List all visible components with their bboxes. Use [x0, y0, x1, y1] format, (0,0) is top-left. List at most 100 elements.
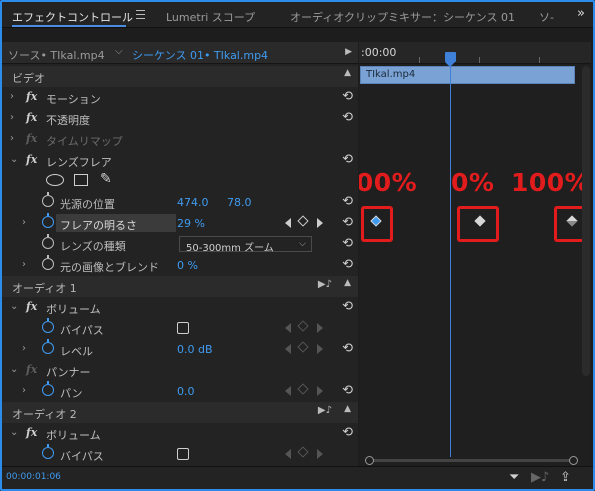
source-bar: ソース• TIkal.mp4 ⌵ シーケンス 01• TIkal.mp4 ▶: [2, 42, 358, 64]
reset-icon[interactable]: ⟲: [342, 341, 353, 356]
effect-row-motion[interactable]: › fx モーション ⟲: [2, 87, 358, 108]
current-timecode[interactable]: 00:00:01:06: [6, 472, 61, 482]
effect-row-opacity[interactable]: › fx 不透明度 ⟲: [2, 108, 358, 129]
stopwatch-icon[interactable]: [42, 444, 54, 459]
add-keyframe-icon[interactable]: [297, 215, 309, 227]
reset-icon[interactable]: ⟲: [342, 152, 353, 167]
flare-brightness-value[interactable]: 29 %: [177, 217, 205, 230]
tab-overflow-icon[interactable]: »: [577, 6, 585, 21]
vertical-scrollbar[interactable]: [582, 66, 590, 376]
chevron-down-icon[interactable]: ⌄: [10, 154, 18, 165]
effect-row-panner[interactable]: ⌄ fx パンナー: [2, 360, 358, 381]
reset-icon[interactable]: ⟲: [342, 236, 353, 251]
lens-type-select[interactable]: 50-300mm ズーム ⌵: [179, 236, 312, 254]
export-icon[interactable]: ⇪: [560, 470, 571, 485]
chevron-down-icon[interactable]: ⌄: [10, 427, 18, 438]
time-ruler[interactable]: :00:00: [359, 42, 591, 64]
pan-value[interactable]: 0.0: [177, 385, 195, 398]
reset-icon[interactable]: ⟲: [342, 425, 353, 440]
next-keyframe-icon[interactable]: [317, 386, 323, 396]
sequence-clip-label[interactable]: シーケンス 01• TIkal.mp4: [132, 47, 268, 63]
chevron-right-icon[interactable]: ›: [22, 217, 26, 228]
audio-play-icon[interactable]: ▶♪: [318, 405, 332, 416]
effect-row-volume-2[interactable]: ⌄ fx ボリューム ⟲: [2, 423, 358, 444]
next-keyframe-icon[interactable]: [317, 323, 323, 333]
zoom-end-handle[interactable]: [569, 456, 578, 465]
next-keyframe-icon[interactable]: [317, 218, 323, 228]
tab-source[interactable]: ソ-: [539, 9, 554, 25]
stopwatch-icon[interactable]: [42, 318, 54, 333]
panel-menu-icon[interactable]: [136, 10, 145, 19]
fx-icon[interactable]: fx: [26, 300, 37, 313]
reset-icon[interactable]: ⟲: [342, 89, 353, 104]
fx-icon[interactable]: fx: [26, 153, 37, 166]
clip-bar[interactable]: TIkal.mp4: [360, 66, 575, 84]
prev-keyframe-icon[interactable]: [285, 344, 291, 354]
fx-icon[interactable]: fx: [26, 90, 37, 103]
stopwatch-icon[interactable]: [42, 255, 54, 270]
playhead-line[interactable]: [450, 52, 451, 457]
chevron-right-icon[interactable]: ›: [22, 385, 26, 396]
prev-keyframe-icon[interactable]: [285, 218, 291, 228]
stopwatch-icon[interactable]: [42, 234, 54, 249]
reset-icon[interactable]: ⟲: [342, 110, 353, 125]
param-label: バイパス: [60, 324, 104, 337]
prev-keyframe-icon[interactable]: [285, 449, 291, 459]
next-keyframe-icon[interactable]: [317, 344, 323, 354]
chevron-down-icon[interactable]: ⌄: [10, 301, 18, 312]
bypass-checkbox[interactable]: [177, 448, 189, 460]
reset-icon[interactable]: ⟲: [342, 383, 353, 398]
reset-icon[interactable]: ⟲: [342, 257, 353, 272]
stopwatch-icon[interactable]: [42, 192, 54, 207]
audio-play-icon[interactable]: ▶♪: [531, 470, 549, 485]
chevron-right-icon[interactable]: ›: [10, 112, 14, 123]
ruler-timecode: :00:00: [361, 46, 397, 59]
flare-center-y[interactable]: 78.0: [227, 196, 252, 209]
pen-mask-icon[interactable]: ✎: [100, 171, 112, 187]
filter-icon[interactable]: ⏷: [509, 470, 519, 485]
effect-row-volume[interactable]: ⌄ fx ボリューム ⟲: [2, 297, 358, 318]
level-value[interactable]: 0.0 dB: [177, 343, 213, 356]
chevron-right-icon[interactable]: ›: [22, 343, 26, 354]
next-keyframe-icon[interactable]: [317, 449, 323, 459]
collapse-up-icon[interactable]: ▲: [344, 278, 351, 288]
add-keyframe-icon[interactable]: [297, 383, 309, 395]
tab-effect-controls[interactable]: エフェクトコントロール: [12, 9, 133, 25]
prev-keyframe-icon[interactable]: [285, 323, 291, 333]
chevron-down-icon[interactable]: ⌄: [10, 364, 18, 375]
ellipse-mask-icon[interactable]: [46, 174, 64, 186]
bypass-checkbox[interactable]: [177, 322, 189, 334]
chevron-down-icon[interactable]: ⌵: [115, 46, 123, 57]
reset-icon[interactable]: ⟲: [342, 215, 353, 230]
stopwatch-icon[interactable]: [42, 339, 54, 354]
effect-row-time-remap[interactable]: › fx タイムリマップ: [2, 129, 358, 150]
fx-icon[interactable]: fx: [26, 426, 37, 439]
chevron-right-icon[interactable]: ›: [10, 91, 14, 102]
reset-icon[interactable]: ⟲: [342, 194, 353, 209]
flare-center-x[interactable]: 474.0: [177, 196, 209, 209]
fx-icon[interactable]: fx: [26, 111, 37, 124]
collapse-up-icon[interactable]: ▲: [344, 68, 351, 78]
blend-value[interactable]: 0 %: [177, 259, 198, 272]
tab-audio-clip-mixer[interactable]: オーディオクリップミキサー：シーケンス 01: [290, 9, 515, 25]
chevron-right-icon[interactable]: ›: [10, 133, 14, 144]
audio-play-icon[interactable]: ▶♪: [318, 279, 332, 290]
collapse-up-icon[interactable]: ▲: [344, 404, 351, 414]
chevron-right-icon[interactable]: ›: [22, 259, 26, 270]
active-tab-indicator: [12, 25, 126, 27]
rectangle-mask-icon[interactable]: [74, 174, 88, 186]
stopwatch-icon[interactable]: [42, 381, 54, 396]
play-icon[interactable]: ▶: [345, 47, 352, 57]
effect-row-lens-flare[interactable]: ⌄ fx レンズフレア ⟲: [2, 150, 358, 171]
tab-lumetri-scopes[interactable]: Lumetri スコープ: [166, 9, 255, 25]
add-keyframe-icon[interactable]: [297, 446, 309, 458]
add-keyframe-icon[interactable]: [297, 341, 309, 353]
playhead-handle[interactable]: [445, 52, 456, 67]
reset-icon[interactable]: ⟲: [342, 299, 353, 314]
zoom-scrollbar[interactable]: [365, 456, 579, 465]
zoom-start-handle[interactable]: [365, 456, 374, 465]
source-clip-label[interactable]: ソース• TIkal.mp4: [8, 47, 105, 63]
prev-keyframe-icon[interactable]: [285, 386, 291, 396]
stopwatch-icon[interactable]: [42, 213, 54, 228]
add-keyframe-icon[interactable]: [297, 320, 309, 332]
